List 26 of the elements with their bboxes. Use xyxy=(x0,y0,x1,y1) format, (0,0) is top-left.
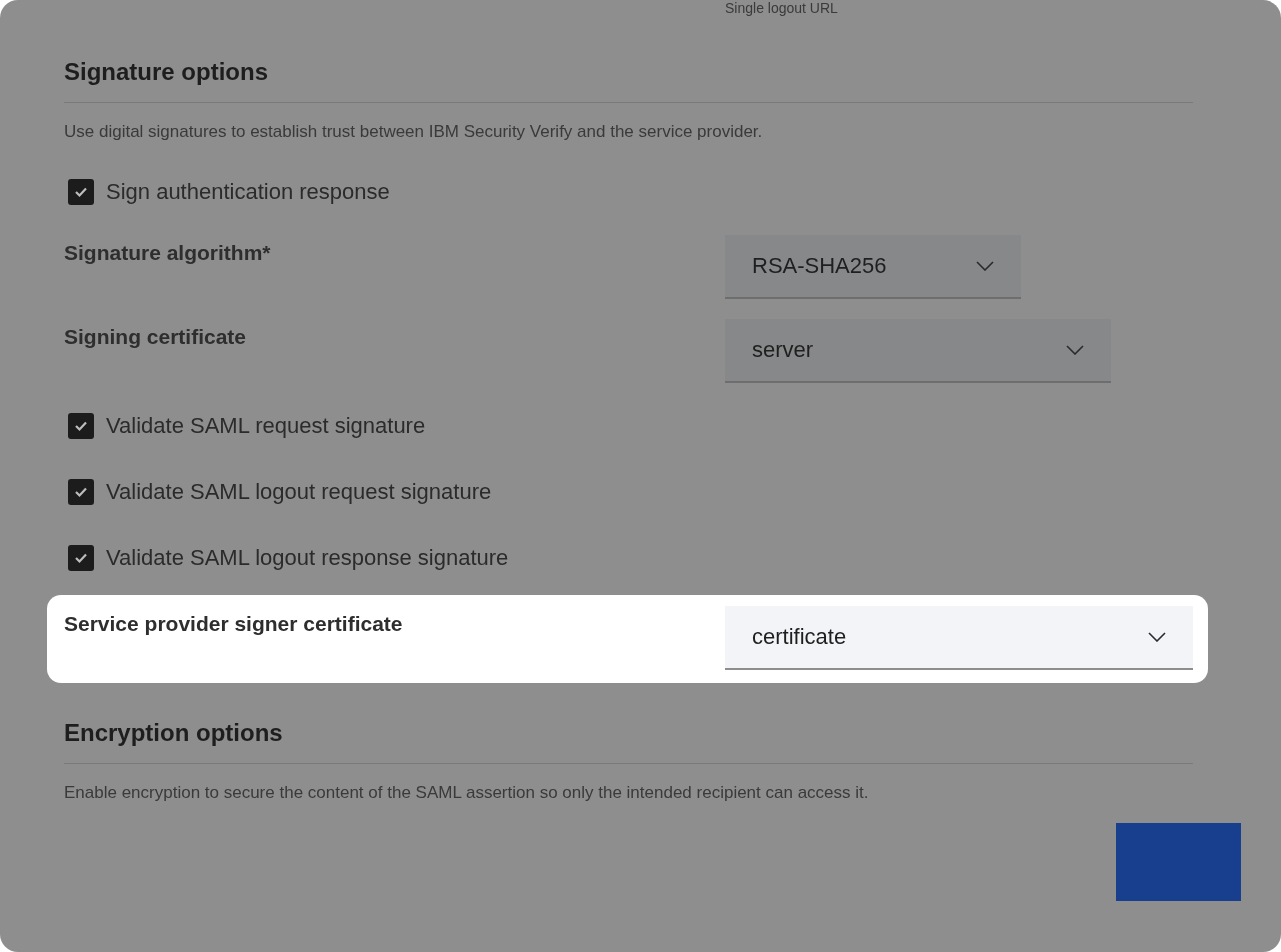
chevron-down-icon xyxy=(1066,344,1084,355)
checkbox-label: Validate SAML request signature xyxy=(106,412,426,440)
field-label: Single logout URL xyxy=(725,1,838,16)
dropdown-field[interactable]: RSA-SHA256 xyxy=(725,234,1021,299)
checkbox[interactable] xyxy=(68,412,94,439)
checkbox-label: Sign authentication response xyxy=(106,178,390,206)
dropdown-field[interactable]: server xyxy=(725,318,1111,383)
section-heading: Encryption options xyxy=(64,717,284,748)
section-description: Enable encryption to secure the content of the SAML assertion so only the intended recipient can access it. xyxy=(64,781,870,804)
checkmark-icon xyxy=(74,185,88,198)
checkbox[interactable] xyxy=(68,178,94,205)
field-label: Signature algorithm* xyxy=(64,240,271,264)
field-label: Service provider signer certificate xyxy=(64,611,403,635)
section-heading: Signature options xyxy=(64,57,269,87)
checkmark-icon xyxy=(74,551,88,564)
checkmark-icon xyxy=(74,485,88,498)
checkbox-label: Validate SAML logout request signature xyxy=(106,478,492,506)
checkmark-icon xyxy=(74,419,88,432)
chevron-down-icon xyxy=(976,260,994,271)
checkbox[interactable] xyxy=(68,544,94,571)
dropdown-field[interactable]: certificate xyxy=(725,605,1193,670)
field-label: Signing certificate xyxy=(64,324,247,348)
checkbox[interactable] xyxy=(68,478,94,505)
chevron-down-icon xyxy=(1148,631,1166,642)
section-description: Use digital signatures to establish trust between IBM Security Verify and the service provider. xyxy=(64,121,764,143)
checkbox-label: Validate SAML logout response signature xyxy=(106,544,509,572)
